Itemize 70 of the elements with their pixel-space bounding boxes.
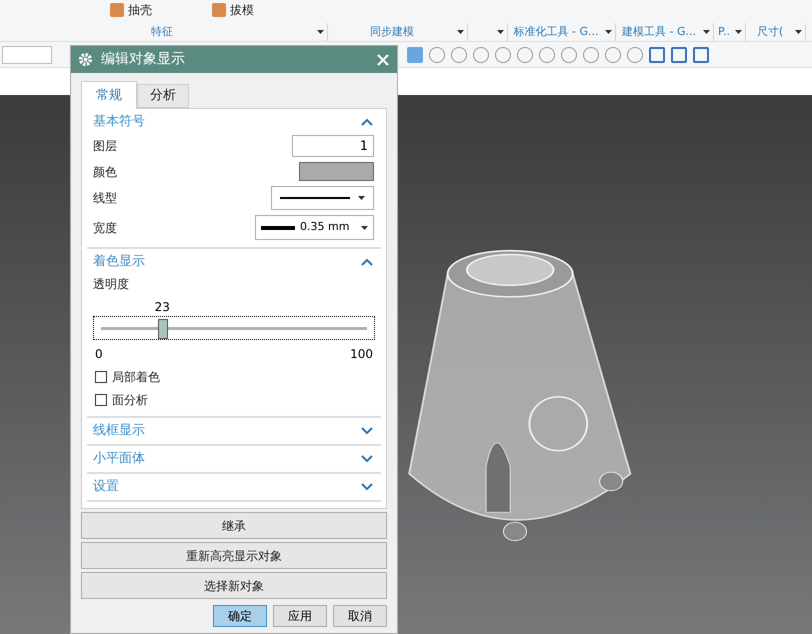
checkbox[interactable]: 面分析 <box>87 391 381 409</box>
ribbon-command[interactable]: 拔模 <box>212 1 254 19</box>
slider-thumb[interactable] <box>158 319 168 339</box>
slider-max-label: 100 <box>350 346 373 363</box>
toolbar-icon[interactable] <box>693 46 709 62</box>
tab[interactable]: 常规 <box>81 81 137 109</box>
field-label: 线型 <box>93 190 117 207</box>
group-label: 尺寸( <box>756 24 784 40</box>
caret-icon[interactable] <box>358 196 365 200</box>
expand-chevron-icon[interactable] <box>361 427 373 435</box>
settings-icon[interactable] <box>78 52 93 67</box>
field-label: 颜色 <box>93 164 117 180</box>
toolbar-icon[interactable] <box>627 46 643 62</box>
tool-icon <box>212 3 226 17</box>
toolbar-icon[interactable] <box>473 46 489 62</box>
close-icon[interactable] <box>376 52 390 66</box>
caret-icon[interactable] <box>605 30 612 34</box>
group-label: 建模工具 - G... <box>622 24 696 40</box>
group-label: P.. <box>718 24 730 40</box>
expand-chevron-icon[interactable] <box>361 455 373 463</box>
group-label: 同步建模 <box>370 24 414 40</box>
caret-icon[interactable] <box>457 30 464 34</box>
slider-min-label: 0 <box>95 346 103 363</box>
collapse-chevron-icon[interactable] <box>361 258 373 266</box>
dialog-button[interactable]: 取消 <box>333 605 387 627</box>
ribbon-command[interactable]: 抽壳 <box>110 1 152 19</box>
toolbar-icon[interactable] <box>605 46 621 62</box>
section-header[interactable]: 线框显示 <box>93 421 145 441</box>
toolbar-icon[interactable] <box>671 46 687 62</box>
action-button[interactable]: 选择新对象 <box>81 572 387 599</box>
linetype-dropdown[interactable] <box>271 186 374 210</box>
action-button[interactable]: 重新高亮显示对象 <box>81 542 387 569</box>
toolbar-icon[interactable] <box>539 46 555 62</box>
width-dropdown[interactable]: 0.35 mm <box>255 215 374 240</box>
group-label: 特征 <box>151 24 173 40</box>
caret-icon[interactable] <box>735 30 742 34</box>
layer-input[interactable]: 1 <box>292 135 374 157</box>
section-header[interactable]: 小平面体 <box>93 449 145 469</box>
field-label: 宽度 <box>93 220 117 236</box>
color-swatch[interactable] <box>299 162 374 181</box>
expand-chevron-icon[interactable] <box>361 483 373 491</box>
dialog-button[interactable]: 应用 <box>273 605 327 627</box>
section-header[interactable]: 设置 <box>93 477 119 497</box>
slider-track[interactable] <box>93 316 375 340</box>
caret-icon[interactable] <box>497 30 504 34</box>
toolbar-icon[interactable] <box>583 46 599 62</box>
slider-label: 透明度 <box>92 276 130 293</box>
slider-value: 23 <box>154 299 170 316</box>
toolbar-icon[interactable] <box>451 46 467 62</box>
section-header[interactable]: 着色显示 <box>93 252 145 272</box>
dialog-title: 编辑对象显示 <box>101 50 186 69</box>
toolbar-icon[interactable] <box>517 46 533 62</box>
action-button[interactable]: 继承 <box>81 512 387 539</box>
toolbar-icon[interactable] <box>649 46 665 62</box>
dialog-button[interactable]: 确定 <box>213 605 267 627</box>
tab[interactable]: 分析 <box>137 84 189 108</box>
group-label: 标准化工具 - G... <box>514 24 598 40</box>
collapse-chevron-icon[interactable] <box>361 118 373 126</box>
caret-icon[interactable] <box>703 30 710 34</box>
toolbar-icon[interactable] <box>429 46 445 62</box>
field-label: 图层 <box>93 138 117 155</box>
checkbox[interactable]: 局部着色 <box>87 368 381 386</box>
caret-icon[interactable] <box>317 30 324 34</box>
toolbar-icon[interactable] <box>561 46 577 62</box>
toolbar-icon[interactable] <box>495 46 511 62</box>
caret-icon[interactable] <box>361 226 368 230</box>
caret-icon[interactable] <box>795 30 802 34</box>
tool-icon <box>110 3 124 17</box>
toolbar-icon[interactable] <box>407 46 423 62</box>
section-header[interactable]: 基本符号 <box>93 112 145 132</box>
